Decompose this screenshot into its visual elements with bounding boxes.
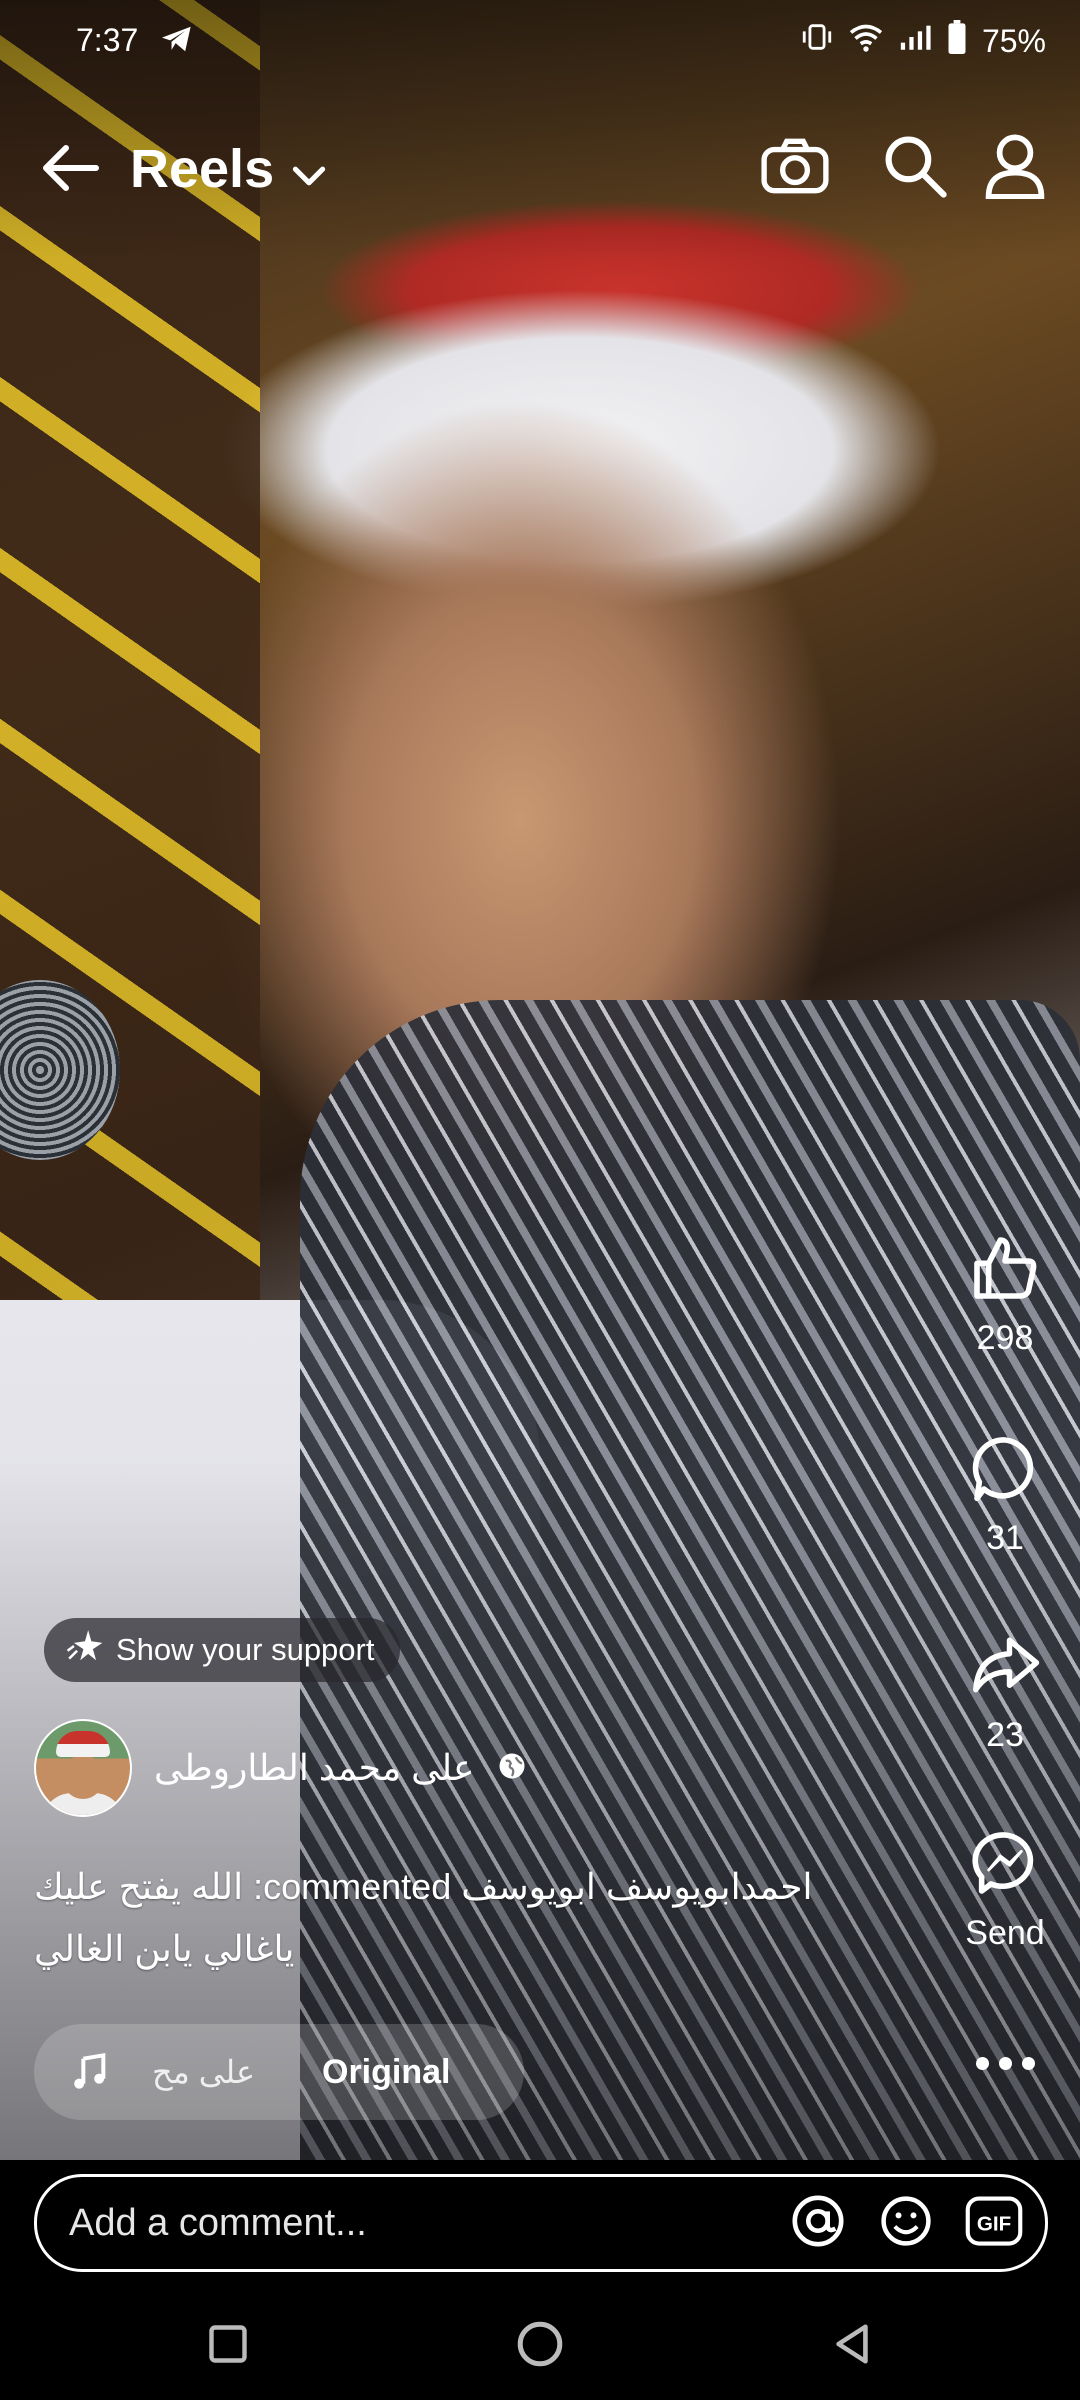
wifi-icon	[848, 22, 884, 60]
music-note-icon	[62, 2052, 118, 2092]
share-action: 23	[950, 1622, 1060, 1755]
emoji-icon	[878, 2193, 934, 2254]
signal-icon	[898, 22, 932, 60]
home-button[interactable]	[500, 2306, 580, 2386]
svg-text:GIF: GIF	[977, 2212, 1011, 2235]
mention-button[interactable]	[781, 2186, 855, 2260]
show-support-label: Show your support	[116, 1632, 375, 1667]
share-count: 23	[986, 1716, 1024, 1754]
page-title: Reels	[130, 139, 275, 199]
mention-icon	[789, 2192, 847, 2255]
send-label: Send	[965, 1914, 1045, 1952]
back-button[interactable]	[30, 130, 110, 210]
like-count: 298	[976, 1319, 1034, 1357]
back-triangle-icon	[829, 2321, 875, 2372]
show-support-button[interactable]: Show your support	[44, 1618, 401, 1682]
comment-count: 31	[986, 1519, 1024, 1557]
reels-title-dropdown[interactable]: Reels	[130, 138, 326, 200]
send-action: Send	[950, 1820, 1060, 1953]
battery-icon	[946, 20, 968, 62]
reel-video[interactable]	[0, 0, 1080, 2160]
status-bar: 7:37 75%	[0, 0, 1080, 80]
comment-bar: Add a comment... GIF	[0, 2160, 1080, 2280]
comment-bubble-icon	[970, 1433, 1040, 1508]
caption-line-1: احمدابويوسف ابويوسف commented: الله يفتح…	[34, 1866, 813, 1907]
author-name[interactable]: على محمد الطاروطى	[154, 1747, 475, 1789]
reels-header: Reels	[0, 120, 1080, 220]
emoji-button[interactable]	[869, 2186, 943, 2260]
profile-icon	[984, 133, 1046, 204]
caption-line-2: ياغالي يابن الغالي	[34, 1928, 295, 1969]
share-arrow-icon	[969, 1633, 1041, 1702]
comment-button[interactable]	[950, 1425, 1060, 1515]
chevron-down-icon	[292, 138, 326, 200]
sparkle-star-icon	[66, 1627, 104, 1673]
share-button[interactable]	[950, 1622, 1060, 1712]
gif-button[interactable]: GIF	[957, 2186, 1031, 2260]
globe-icon	[497, 1751, 527, 1786]
gif-icon: GIF	[964, 2194, 1024, 2253]
search-icon	[882, 133, 948, 204]
like-button[interactable]	[950, 1225, 1060, 1315]
profile-button[interactable]	[975, 128, 1055, 208]
audio-track-button[interactable]: على مح Original	[34, 2024, 524, 2120]
more-options-button[interactable]	[955, 2030, 1055, 2096]
track-title: Original	[322, 2052, 451, 2091]
avatar[interactable]	[34, 1719, 132, 1817]
status-time: 7:37	[76, 22, 139, 58]
camera-icon	[760, 136, 830, 201]
back-nav-button[interactable]	[812, 2306, 892, 2386]
thumbs-up-icon	[970, 1233, 1040, 1308]
battery-percent: 75%	[981, 22, 1046, 59]
back-arrow-icon	[40, 143, 100, 198]
vibrate-icon	[800, 22, 834, 60]
home-circle-icon	[515, 2319, 565, 2374]
telegram-icon	[160, 24, 194, 62]
track-artist: على مح	[152, 2054, 252, 2090]
more-dots-icon	[975, 2056, 1035, 2070]
send-button[interactable]	[950, 1820, 1060, 1910]
search-button[interactable]	[875, 128, 955, 208]
recents-button[interactable]	[188, 2306, 268, 2386]
comment-placeholder: Add a comment...	[69, 2201, 367, 2244]
author-row[interactable]: على محمد الطاروطى	[34, 1718, 527, 1818]
like-action: 298	[950, 1225, 1060, 1358]
messenger-icon	[970, 1828, 1040, 1903]
reel-caption[interactable]: احمدابويوسف ابويوسف commented: الله يفتح…	[34, 1856, 894, 1980]
recents-square-icon	[206, 2322, 250, 2371]
comment-action: 31	[950, 1425, 1060, 1558]
comment-input[interactable]: Add a comment... GIF	[34, 2174, 1048, 2272]
system-nav-bar	[0, 2280, 1080, 2400]
camera-button[interactable]	[755, 128, 835, 208]
